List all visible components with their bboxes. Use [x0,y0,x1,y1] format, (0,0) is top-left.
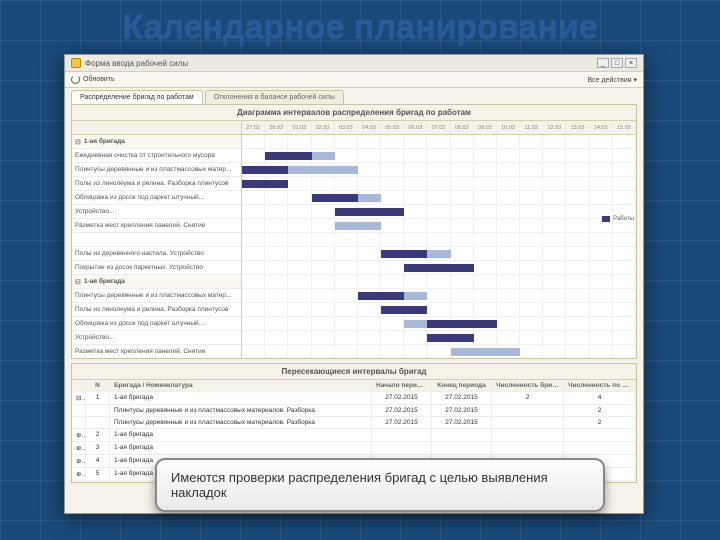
gantt-task-row[interactable]: Устройство... [72,205,241,219]
expand-icon[interactable]: ⊕ [72,442,86,454]
expand-icon[interactable]: ⊕ [72,468,86,480]
date-cell: 09.03 [474,121,497,134]
gantt-bar[interactable] [312,194,358,202]
table-row[interactable]: ⊕21-ая бригада [72,429,636,442]
expand-icon[interactable]: ⊕ [72,429,86,441]
gantt-task-row[interactable]: Облицовка из досок под паркет штучный... [72,191,241,205]
gantt-task-row[interactable]: Полы из линолеума и релина. Разборка пли… [72,303,241,317]
date-cell: 13.03 [566,121,589,134]
slide-title: Календарное планирование [0,0,720,49]
gantt-date-header: 27.0228.0201.0302.0303.0304.0305.0306.03… [242,121,636,135]
gantt-bar[interactable] [427,334,473,342]
gantt-bar[interactable] [265,152,311,160]
gantt-bar[interactable] [288,166,358,174]
date-cell: 28.02 [265,121,288,134]
gantt-bar[interactable] [381,306,427,314]
app-icon [71,58,81,68]
gantt-bar[interactable] [242,180,288,188]
gantt-bar[interactable] [381,250,427,258]
date-cell: 02.03 [312,121,335,134]
gantt-task-row[interactable]: Разметка мест крепления панелей. Снятие [72,219,241,233]
refresh-label: Обновить [83,76,115,83]
gantt-bar[interactable] [335,208,405,216]
date-cell: 10.03 [497,121,520,134]
callout-note: Имеются проверки распределения бригад с … [155,458,605,512]
gantt-bar[interactable] [242,166,288,174]
date-cell: 05.03 [381,121,404,134]
col-header: Численность бригады [492,380,564,391]
date-cell: 07.03 [427,121,450,134]
legend-label: Работы [613,216,634,222]
overlap-title: Пересекающиеся интервалы бригад [72,364,636,380]
close-button[interactable]: × [625,58,637,68]
gantt-group-row[interactable]: 1-ая бригада [72,135,241,149]
gantt-bar[interactable] [335,222,381,230]
gantt-task-row[interactable]: Полы из линолеума и релина. Разборка пли… [72,177,241,191]
date-cell: 03.03 [335,121,358,134]
gantt-legend: Работы [602,216,634,222]
gantt-panel: Диаграмма интервалов распределения брига… [71,104,637,359]
tab-distribution[interactable]: Распределение бригад по работам [71,90,203,104]
col-header: Численность по плану [564,380,636,391]
gantt-task-row[interactable]: Полы из деревянного настила. Устройство [72,247,241,261]
tabstrip: Распределение бригад по работам Отклонен… [65,88,643,104]
date-cell: 08.03 [451,121,474,134]
gantt-bar[interactable] [451,348,521,356]
gantt-title: Диаграмма интервалов распределения брига… [72,105,636,121]
gantt-task-row[interactable] [72,233,241,247]
col-header: Конец периода [432,380,492,391]
window-title: Форма ввода рабочей силы [85,59,593,68]
date-cell: 14.03 [590,121,613,134]
maximize-button[interactable]: □ [611,58,623,68]
expand-icon[interactable]: ⊟ [72,392,86,404]
table-row[interactable]: Плинтусы деревянные и из пластмассовых м… [72,405,636,417]
table-row[interactable]: Плинтусы деревянные и из пластмассовых м… [72,417,636,429]
col-header: N [86,380,110,391]
gantt-task-row[interactable]: Ежедневная очистка от строительного мусо… [72,149,241,163]
col-header [72,380,86,391]
gantt-bar[interactable] [427,320,497,328]
gantt-task-row[interactable]: Покрытие из досок паркетных. Устройство [72,261,241,275]
date-cell: 27.02 [242,121,265,134]
expand-icon[interactable] [72,405,86,416]
gantt-bar[interactable] [404,264,474,272]
toolbar: Обновить Все действия ▾ [65,72,643,88]
app-window: Форма ввода рабочей силы _ □ × Обновить … [64,54,644,514]
minimize-button[interactable]: _ [597,58,609,68]
gantt-task-row[interactable]: Устройство... [72,331,241,345]
col-header: Бригада / Номенклатура [110,380,372,391]
refresh-icon [71,75,80,84]
table-header: NБригада / НоменклатураНачало периодаКон… [72,380,636,392]
gantt-bar[interactable] [358,292,404,300]
gantt-group-row[interactable]: 1-ая бригада [72,275,241,289]
date-cell: 15.03 [613,121,636,134]
col-header: Начало периода [372,380,432,391]
refresh-button[interactable]: Обновить [71,75,115,84]
gantt-task-list: 1-ая бригадаЕжедневная очистка от строит… [72,121,242,358]
legend-swatch [602,216,610,222]
titlebar: Форма ввода рабочей силы _ □ × [65,55,643,72]
date-cell: 11.03 [520,121,543,134]
expand-icon[interactable] [72,417,86,428]
all-actions-button[interactable]: Все действия ▾ [588,76,637,84]
gantt-timeline[interactable]: 27.0228.0201.0302.0303.0304.0305.0306.03… [242,121,636,358]
gantt-task-row[interactable]: Разметка мест крепления панелей. Снятие [72,345,241,358]
date-cell: 04.03 [358,121,381,134]
date-cell: 06.03 [404,121,427,134]
gantt-task-row[interactable]: Плинтусы деревянные и из пластмассовых м… [72,289,241,303]
date-cell: 01.03 [288,121,311,134]
tab-deviations[interactable]: Отклонения в балансе рабочей силы [205,90,344,104]
table-row[interactable]: ⊕31-ая бригада [72,442,636,455]
gantt-task-row[interactable]: Плинтусы деревянные и из пластмассовых м… [72,163,241,177]
table-row[interactable]: ⊟11-ая бригада27.02.201527.02.201524 [72,392,636,405]
expand-icon[interactable]: ⊕ [72,455,86,467]
gantt-task-row[interactable]: Облицовка из досок под паркет штучный... [72,317,241,331]
date-cell: 12.03 [543,121,566,134]
